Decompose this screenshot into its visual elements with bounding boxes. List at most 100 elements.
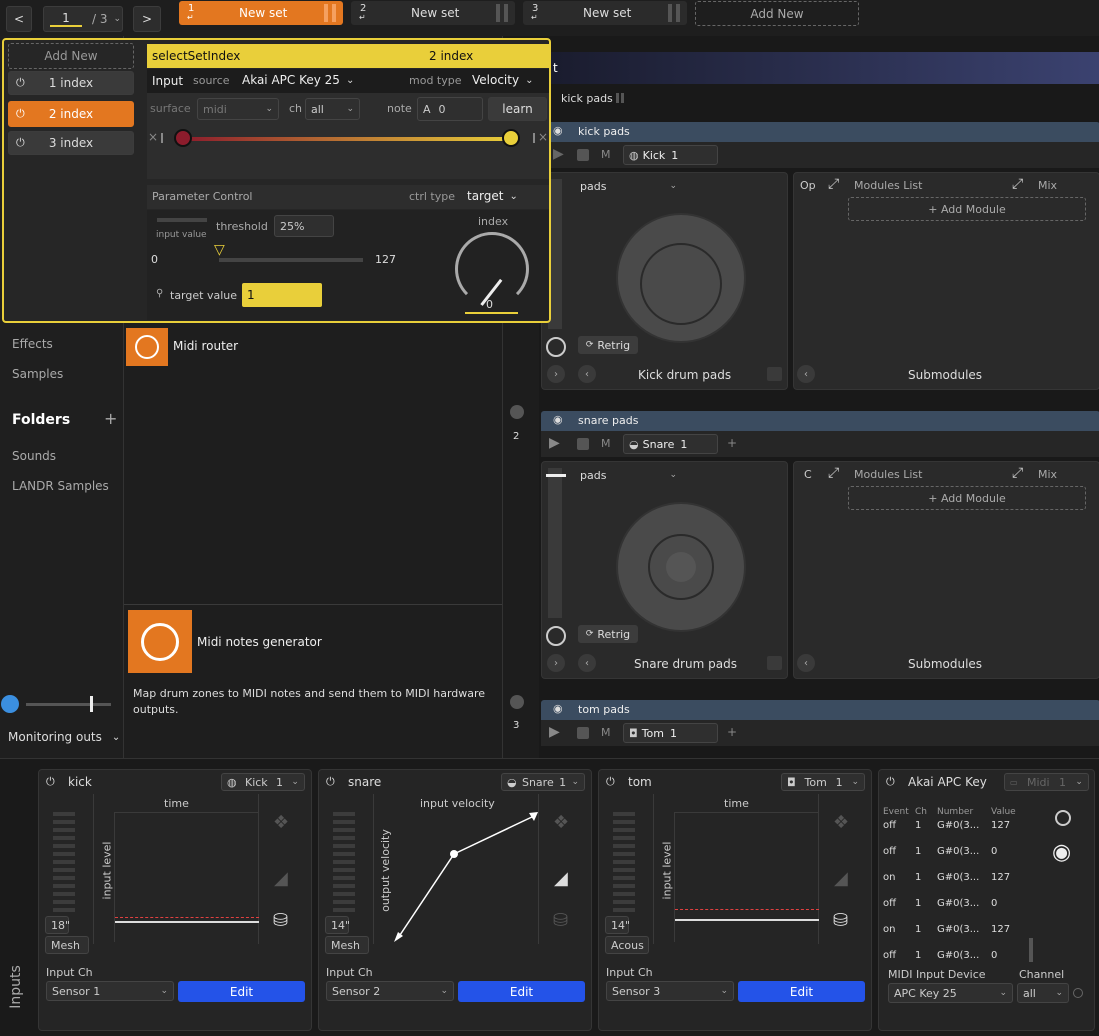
- sidebar-item-effects[interactable]: Effects: [12, 337, 53, 351]
- pads-select[interactable]: pads ⌄: [575, 177, 682, 195]
- expand-icon[interactable]: ⤢: [828, 465, 839, 481]
- add-folder-button[interactable]: +: [104, 409, 117, 428]
- power-icon[interactable]: ◉: [553, 702, 563, 715]
- retrig-button[interactable]: ⟳ Retrig: [578, 336, 638, 354]
- play-icon[interactable]: ▶: [549, 435, 560, 451]
- next-page-button[interactable]: >: [133, 6, 161, 32]
- expand-icon[interactable]: ⤢: [1012, 465, 1023, 481]
- target-value-input[interactable]: 1: [242, 283, 322, 307]
- monitoring-outs-select[interactable]: Monitoring outs ⌄: [8, 730, 120, 744]
- mute-button[interactable]: M: [601, 726, 611, 739]
- open-external-icon[interactable]: [767, 656, 782, 670]
- track-header[interactable]: ◉ snare pads: [541, 411, 1099, 431]
- midi-notes-generator-icon[interactable]: [128, 610, 192, 673]
- source-select[interactable]: Akai APC Key 25 ⌄: [242, 73, 354, 87]
- power-icon[interactable]: ⏻: [16, 107, 25, 121]
- instrument-select[interactable]: ◘ Tom 1: [623, 723, 718, 743]
- ctrl-type-select[interactable]: target ⌄: [467, 189, 518, 203]
- range-min-handle[interactable]: [174, 129, 192, 147]
- add-module-button[interactable]: + Add Module: [848, 486, 1086, 510]
- curve-icon[interactable]: ◢: [274, 868, 288, 889]
- pad-size-field[interactable]: 14": [605, 916, 630, 934]
- record-icon[interactable]: [1055, 810, 1071, 826]
- mute-button[interactable]: M: [601, 437, 611, 450]
- collapse-icon[interactable]: [510, 695, 524, 709]
- set-tab-1[interactable]: 1 ↵ New set: [179, 1, 343, 25]
- sensor-select[interactable]: Sensor 2 ⌄: [326, 981, 454, 1001]
- breadcrumb-handle[interactable]: [616, 93, 624, 103]
- set-tab-3[interactable]: 3 ↵ New set: [523, 1, 687, 25]
- slider-handle[interactable]: [90, 696, 93, 712]
- add-instrument-button[interactable]: +: [727, 436, 737, 450]
- sensor-select[interactable]: Sensor 1 ⌄: [46, 981, 174, 1001]
- retrig-button[interactable]: ⟳ Retrig: [578, 625, 638, 643]
- expand-icon[interactable]: ⤢: [1012, 176, 1023, 192]
- mute-button[interactable]: M: [601, 148, 611, 161]
- drum-icon[interactable]: ⛁: [553, 910, 568, 931]
- back-button[interactable]: ‹: [797, 365, 815, 383]
- velocity-curve[interactable]: [394, 812, 538, 942]
- threshold-input[interactable]: 25%: [274, 215, 334, 237]
- drag-handle[interactable]: [668, 4, 680, 22]
- drag-handle[interactable]: [496, 4, 508, 22]
- instrument-select[interactable]: ◒ Snare 1: [623, 434, 718, 454]
- stop-icon[interactable]: [577, 438, 589, 450]
- edit-button[interactable]: Edit: [458, 981, 585, 1002]
- close-icon[interactable]: ×: [538, 130, 548, 144]
- sensor-select[interactable]: Sensor 3 ⌄: [606, 981, 734, 1001]
- layers-icon[interactable]: ❖: [553, 812, 569, 833]
- stop-icon[interactable]: [577, 149, 589, 161]
- track-header[interactable]: ◉ kick pads: [541, 122, 1099, 142]
- midi-router-label[interactable]: Midi router: [173, 339, 238, 353]
- midi-channel-select[interactable]: all ⌄: [1017, 983, 1069, 1003]
- sidebar-item-landr[interactable]: LANDR Samples: [12, 479, 109, 493]
- drum-icon[interactable]: ⛁: [833, 910, 848, 931]
- pad-zone-inner[interactable]: [640, 243, 722, 325]
- instrument-select[interactable]: ◒ Snare 1 ⌄: [501, 773, 585, 791]
- stop-icon[interactable]: [577, 727, 589, 739]
- drum-pad-snare[interactable]: [616, 502, 746, 632]
- page-selector[interactable]: 1 / 3 ⌄: [43, 6, 123, 32]
- open-external-icon[interactable]: [767, 367, 782, 381]
- plot[interactable]: [674, 812, 819, 942]
- power-icon[interactable]: ◉: [553, 413, 563, 426]
- monitor-volume-slider[interactable]: [26, 696, 111, 712]
- mod-type-select[interactable]: Velocity ⌄: [472, 73, 533, 87]
- volume-knob-icon[interactable]: [546, 337, 566, 357]
- prev-page-button[interactable]: <: [6, 6, 32, 32]
- layers-icon[interactable]: ❖: [273, 812, 289, 833]
- curve-point[interactable]: [450, 850, 458, 858]
- instrument-select[interactable]: ◍ Kick 1 ⌄: [221, 773, 305, 791]
- curve-icon[interactable]: ◢: [834, 868, 848, 889]
- add-module-button[interactable]: + Add Module: [848, 197, 1086, 221]
- index-knob[interactable]: [455, 232, 529, 306]
- add-new-index-button[interactable]: Add New: [8, 43, 134, 69]
- edit-button[interactable]: Edit: [738, 981, 865, 1002]
- index-item-1[interactable]: ⏻ 1 index: [8, 71, 134, 95]
- back-button[interactable]: ‹: [578, 365, 596, 383]
- pads-select[interactable]: pads ⌄: [575, 466, 682, 484]
- curve-icon[interactable]: ◢: [554, 868, 568, 889]
- collapse-icon[interactable]: [510, 405, 524, 419]
- threshold-slider[interactable]: [219, 258, 363, 262]
- pad-zone-center[interactable]: [666, 552, 696, 582]
- close-icon[interactable]: ×: [148, 130, 158, 144]
- midi-router-icon[interactable]: [126, 328, 168, 366]
- drum-pad-kick[interactable]: [616, 213, 746, 343]
- back-button[interactable]: ‹: [578, 654, 596, 672]
- learn-button[interactable]: learn: [488, 97, 547, 121]
- midi-notes-generator-label[interactable]: Midi notes generator: [197, 635, 322, 649]
- sidebar-item-samples[interactable]: Samples: [12, 367, 63, 381]
- drum-icon[interactable]: ⛁: [273, 910, 288, 931]
- sidebar-item-sounds[interactable]: Sounds: [12, 449, 56, 463]
- add-instrument-button[interactable]: +: [727, 725, 737, 739]
- power-icon[interactable]: ⏻: [16, 136, 25, 150]
- track-header[interactable]: ◉ tom pads: [541, 700, 1099, 720]
- power-icon[interactable]: ◉: [553, 124, 563, 137]
- note-input[interactable]: A 0: [417, 97, 483, 121]
- instrument-select[interactable]: ◘ Tom 1 ⌄: [781, 773, 865, 791]
- power-icon[interactable]: ⏻: [46, 775, 55, 789]
- expand-button[interactable]: ›: [547, 365, 565, 383]
- surface-select[interactable]: midi ⌄: [197, 98, 279, 120]
- pad-size-field[interactable]: 18": [45, 916, 70, 934]
